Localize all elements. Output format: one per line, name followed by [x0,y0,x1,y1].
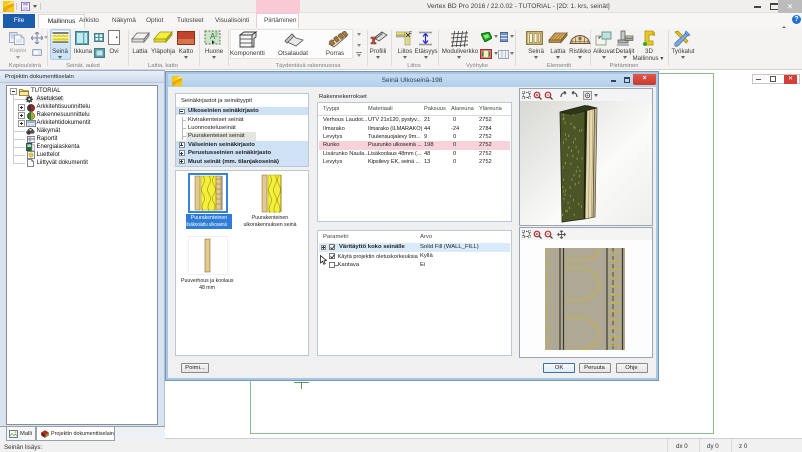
svg-text:2: 2 [215,33,218,39]
